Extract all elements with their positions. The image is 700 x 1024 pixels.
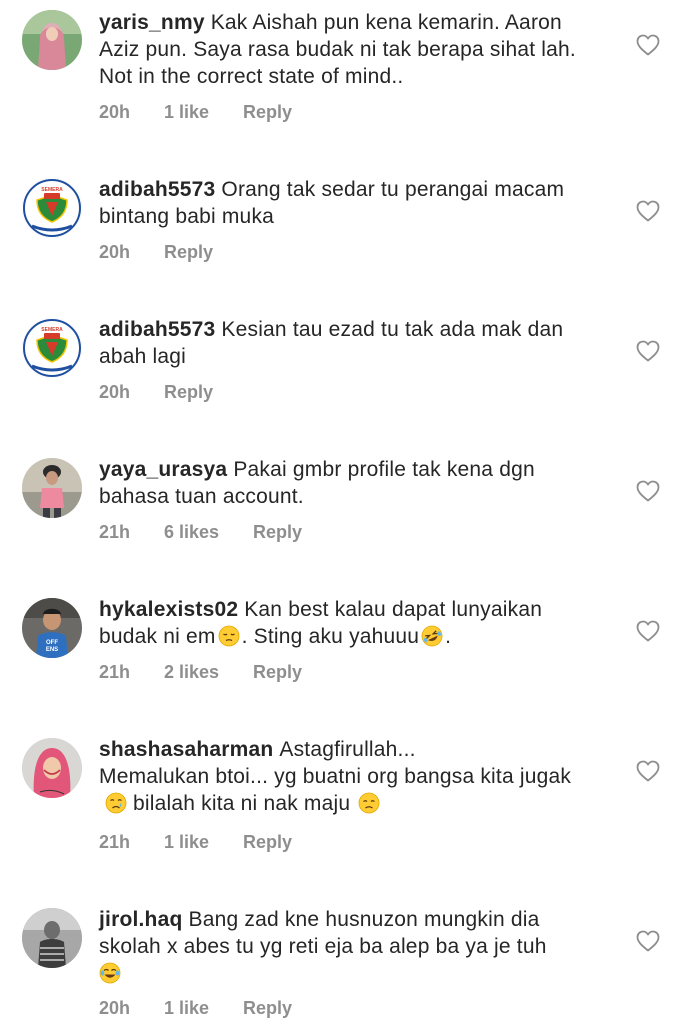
comment-time: 20h bbox=[99, 998, 131, 1018]
reply-button[interactable]: Reply bbox=[243, 102, 292, 123]
comment-meta: 20h 1 like Reply bbox=[99, 102, 292, 123]
reply-button[interactable]: Reply bbox=[164, 242, 213, 263]
comment-meta: 21h 6 likes Reply bbox=[99, 522, 302, 543]
comment-username[interactable]: yaya_urasya bbox=[99, 458, 227, 481]
comment-likes-count[interactable]: 6 likes bbox=[164, 522, 219, 543]
comment-time: 21h bbox=[99, 662, 131, 682]
user-photo-icon bbox=[22, 908, 82, 968]
school-crest-icon: SEMERA bbox=[22, 318, 82, 378]
pensive-face-emoji-icon bbox=[218, 625, 240, 647]
comment-time: 20h bbox=[99, 382, 131, 402]
like-heart-icon[interactable] bbox=[636, 760, 660, 782]
tears-of-joy-emoji-icon bbox=[99, 962, 121, 984]
comment-username[interactable]: yaris_nmy bbox=[99, 11, 205, 34]
rolling-laughing-emoji-icon bbox=[421, 625, 443, 647]
comment-username[interactable]: jirol.haq bbox=[99, 908, 182, 931]
svg-text:SEMERA: SEMERA bbox=[41, 187, 63, 193]
reply-button[interactable]: Reply bbox=[253, 662, 302, 683]
like-heart-icon[interactable] bbox=[636, 34, 660, 56]
avatar[interactable]: OFF ENS bbox=[22, 598, 82, 658]
user-photo-icon: OFF ENS bbox=[22, 598, 82, 658]
like-heart-icon[interactable] bbox=[636, 480, 660, 502]
like-heart-icon[interactable] bbox=[636, 620, 660, 642]
reply-button[interactable]: Reply bbox=[243, 998, 292, 1019]
comment-likes-count[interactable]: 1 like bbox=[164, 832, 209, 853]
avatar[interactable] bbox=[22, 458, 82, 518]
user-photo-icon bbox=[22, 458, 82, 518]
comment-likes-count[interactable]: 1 like bbox=[164, 998, 209, 1019]
comment-username[interactable]: adibah5573 bbox=[99, 178, 215, 201]
comment-meta: 21h 2 likes Reply bbox=[99, 662, 302, 683]
disappointed-face-emoji-icon bbox=[358, 792, 380, 814]
comment-text: bilalah kita ni nak maju bbox=[133, 792, 351, 815]
comment-body: yaya_urasya Pakai gmbr profile tak kena d… bbox=[99, 456, 599, 510]
comment-body: shashasaharman Astagfirullah... Memalukan … bbox=[99, 736, 599, 817]
comment-likes-count[interactable]: 2 likes bbox=[164, 662, 219, 683]
comment-text: . bbox=[445, 625, 452, 648]
comment-body: jirol.haq Bang zad kne husnuzon mungkin d… bbox=[99, 906, 599, 987]
avatar[interactable] bbox=[22, 738, 82, 798]
reply-button[interactable]: Reply bbox=[243, 832, 292, 853]
comment-username[interactable]: shashasaharman bbox=[99, 738, 273, 761]
reply-button[interactable]: Reply bbox=[253, 522, 302, 543]
comment-body: adibah5573 Kesian tau ezad tu tak ada mak… bbox=[99, 316, 599, 370]
comment-body: yaris_nmy Kak Aishah pun kena kemarin. Aa… bbox=[99, 9, 599, 90]
comment-likes-count[interactable]: 1 like bbox=[164, 102, 209, 123]
comment-meta: 20h 1 like Reply bbox=[99, 998, 292, 1019]
crying-face-emoji-icon bbox=[105, 792, 127, 814]
comment-time: 21h bbox=[99, 832, 131, 852]
comment-meta: 20h Reply bbox=[99, 382, 213, 403]
like-heart-icon[interactable] bbox=[636, 340, 660, 362]
svg-text:SEMERA: SEMERA bbox=[41, 327, 63, 333]
user-photo-icon bbox=[22, 10, 82, 70]
user-photo-icon bbox=[22, 738, 82, 798]
school-crest-icon: SEMERA bbox=[22, 178, 82, 238]
like-heart-icon[interactable] bbox=[636, 930, 660, 952]
comment-meta: 21h 1 like Reply bbox=[99, 832, 292, 853]
avatar[interactable]: SEMERA bbox=[22, 178, 82, 238]
comment-text: Memalukan btoi... yg buatni org bangsa k… bbox=[99, 765, 572, 788]
comment-username[interactable]: adibah5573 bbox=[99, 318, 215, 341]
avatar[interactable] bbox=[22, 10, 82, 70]
comment-body: hykalexists02 Kan best kalau dapat lunyai… bbox=[99, 596, 599, 650]
like-heart-icon[interactable] bbox=[636, 200, 660, 222]
comment-time: 21h bbox=[99, 522, 131, 542]
svg-text:ENS: ENS bbox=[46, 647, 58, 653]
comment-meta: 20h Reply bbox=[99, 242, 213, 263]
comment-text: . Sting aku yahuuu bbox=[241, 625, 420, 648]
comment-time: 20h bbox=[99, 102, 131, 122]
avatar[interactable]: SEMERA bbox=[22, 318, 82, 378]
comment-body: adibah5573 Orang tak sedar tu perangai ma… bbox=[99, 176, 599, 230]
comment-username[interactable]: hykalexists02 bbox=[99, 598, 238, 621]
avatar[interactable] bbox=[22, 908, 82, 968]
comment-text: Astagfirullah... bbox=[279, 738, 416, 761]
svg-text:OFF: OFF bbox=[46, 640, 58, 646]
reply-button[interactable]: Reply bbox=[164, 382, 213, 403]
comment-time: 20h bbox=[99, 242, 131, 262]
